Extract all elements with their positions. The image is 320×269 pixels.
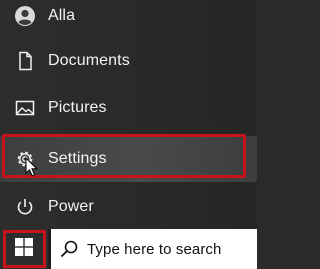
power-item[interactable]: Power: [0, 185, 257, 229]
windows-logo-icon: [15, 237, 33, 261]
start-menu: Alla Documents Pictures Settings Power: [0, 0, 257, 229]
search-icon: [59, 239, 79, 259]
documents-item[interactable]: Documents: [0, 39, 257, 83]
pictures-icon: [14, 97, 36, 119]
start-button[interactable]: [0, 229, 48, 269]
settings-label: Settings: [48, 150, 107, 167]
pictures-item[interactable]: Pictures: [0, 86, 257, 130]
pictures-label: Pictures: [48, 99, 107, 116]
power-icon: [14, 196, 36, 218]
search-placeholder: Type here to search: [87, 240, 222, 258]
power-label: Power: [48, 198, 94, 215]
documents-label: Documents: [48, 52, 130, 69]
taskbar-search-box[interactable]: Type here to search: [51, 229, 257, 269]
mouse-pointer-icon: [25, 156, 39, 177]
user-name-label: Alla: [48, 7, 76, 24]
taskbar: Type here to search: [0, 229, 257, 269]
user-account-item[interactable]: Alla: [0, 0, 257, 38]
document-icon: [14, 50, 36, 72]
user-avatar-icon: [14, 5, 36, 27]
